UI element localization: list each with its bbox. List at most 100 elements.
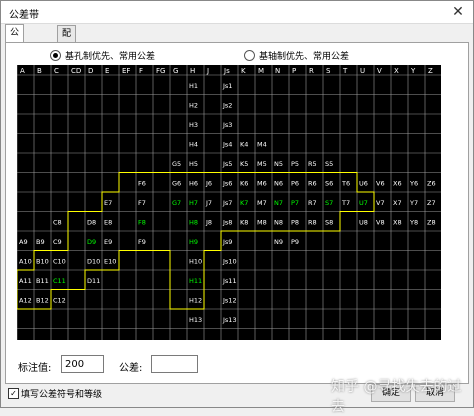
tolerance-cell[interactable]: B11 [36,277,49,285]
tolerance-cell[interactable]: Y7 [409,199,418,207]
tolerance-cell[interactable]: N7 [274,199,283,207]
tolerance-cell[interactable]: G6 [172,180,181,188]
tolerance-cell[interactable]: U8 [359,219,368,227]
tolerance-cell[interactable]: C10 [53,258,66,266]
tolerance-value-input[interactable] [151,355,198,373]
tolerance-cell[interactable]: D10 [87,258,100,266]
tolerance-cell[interactable]: Js4 [222,141,232,149]
tolerance-cell[interactable]: X6 [393,180,402,188]
tolerance-cell[interactable]: P6 [291,180,299,188]
tolerance-cell[interactable]: B10 [36,258,49,266]
tolerance-cell[interactable]: S8 [325,219,333,227]
tolerance-cell[interactable]: E7 [104,199,112,207]
tolerance-cell[interactable]: Js5 [222,160,232,168]
tolerance-cell[interactable]: Z7 [427,199,436,207]
tolerance-cell[interactable]: P5 [291,160,299,168]
tolerance-cell[interactable]: Js10 [222,258,237,266]
tolerance-cell[interactable]: Js13 [222,316,237,324]
fill-symbol-checkbox[interactable]: ✓ [8,388,19,399]
tolerance-cell[interactable]: R7 [308,199,317,207]
tolerance-cell[interactable]: V7 [376,199,385,207]
tolerance-cell[interactable]: S6 [325,180,333,188]
tolerance-cell[interactable]: J6 [205,180,212,188]
tolerance-cell[interactable]: Js8 [222,219,232,227]
tolerance-cell[interactable]: M6 [257,180,267,188]
tolerance-cell[interactable]: D9 [87,238,96,246]
tolerance-cell[interactable]: F7 [138,199,146,207]
tolerance-cell[interactable]: X8 [393,219,402,227]
tolerance-cell[interactable]: H13 [189,316,202,324]
tolerance-cell[interactable]: Js11 [222,277,237,285]
tolerance-cell[interactable]: N8 [274,219,283,227]
tolerance-cell[interactable]: D8 [87,219,96,227]
shaft-basis-option[interactable]: 基轴制优先、常用公差 [244,49,349,62]
tolerance-cell[interactable]: H6 [189,180,198,188]
tolerance-cell[interactable]: F9 [138,238,146,246]
tolerance-cell[interactable]: X7 [393,199,402,207]
tolerance-cell[interactable]: H8 [189,219,198,227]
tolerance-cell[interactable]: T7 [341,199,350,207]
tolerance-cell[interactable]: Js7 [222,199,232,207]
tab-tolerance-query[interactable]: 公差查询 [5,24,25,89]
tolerance-cell[interactable]: Y6 [409,180,418,188]
tolerance-cell[interactable]: J8 [205,219,212,227]
tolerance-cell[interactable]: H11 [189,277,202,285]
tab-fit-query[interactable]: 配合查询 [57,25,77,90]
tolerance-cell[interactable]: M7 [257,199,267,207]
tolerance-cell[interactable]: H12 [189,297,202,305]
close-icon[interactable]: ✕ [443,1,473,23]
tolerance-cell[interactable]: Js1 [222,82,232,90]
tolerance-cell[interactable]: Z6 [427,180,436,188]
tolerance-cell[interactable]: Js12 [222,297,237,305]
tolerance-cell[interactable]: H9 [189,238,198,246]
tolerance-cell[interactable]: K6 [240,180,248,188]
tolerance-cell[interactable]: K7 [240,199,248,207]
tolerance-cell[interactable]: E9 [104,238,112,246]
tolerance-cell[interactable]: K8 [240,219,248,227]
tolerance-cell[interactable]: S7 [325,199,333,207]
tolerance-cell[interactable]: Js3 [222,121,232,129]
tolerance-cell[interactable]: H10 [189,258,202,266]
tolerance-cell[interactable]: H5 [189,160,198,168]
tolerance-cell[interactable]: P8 [291,219,299,227]
tolerance-cell[interactable]: C8 [53,219,62,227]
tolerance-cell[interactable]: Js2 [222,102,232,110]
tolerance-cell[interactable]: K4 [240,141,248,149]
tolerance-cell[interactable]: Y8 [409,219,418,227]
tolerance-cell[interactable]: C11 [53,277,66,285]
tolerance-cell[interactable]: V8 [376,219,385,227]
hole-basis-option[interactable]: 基孔制优先、常用公差 [50,49,155,62]
tolerance-cell[interactable]: A11 [19,277,32,285]
shaft-basis-radio[interactable] [244,50,255,61]
hole-basis-radio[interactable] [50,50,61,61]
tolerance-cell[interactable]: Js9 [222,238,232,246]
tolerance-cell[interactable]: S5 [325,160,333,168]
tolerance-cell[interactable]: E10 [104,258,116,266]
tolerance-cell[interactable]: N9 [274,238,283,246]
tolerance-cell[interactable]: F8 [138,219,146,227]
tolerance-cell[interactable]: D11 [87,277,100,285]
tolerance-cell[interactable]: A10 [19,258,32,266]
tolerance-cell[interactable]: Z8 [427,219,436,227]
tolerance-cell[interactable]: H7 [189,199,198,207]
tolerance-cell[interactable]: A12 [19,297,32,305]
tolerance-cell[interactable]: R8 [308,219,317,227]
tolerance-cell[interactable]: P7 [291,199,299,207]
tolerance-cell[interactable]: R5 [308,160,317,168]
tolerance-cell[interactable]: C9 [53,238,62,246]
nominal-value-input[interactable]: 200 [61,355,104,373]
tolerance-cell[interactable]: V6 [376,180,385,188]
tolerance-cell[interactable]: M8 [257,219,267,227]
tolerance-cell[interactable]: P9 [291,238,299,246]
tolerance-cell[interactable]: G5 [172,160,181,168]
tolerance-cell[interactable]: U7 [359,199,368,207]
tolerance-cell[interactable]: A9 [19,238,28,246]
tolerance-cell[interactable]: B12 [36,297,49,305]
tolerance-cell[interactable]: G7 [172,199,181,207]
tolerance-cell[interactable]: B9 [36,238,45,246]
tolerance-cell[interactable]: J7 [205,199,212,207]
tolerance-cell[interactable]: H3 [189,121,198,129]
tolerance-cell[interactable]: M5 [257,160,267,168]
tolerance-cell[interactable]: H2 [189,102,198,110]
tolerance-cell[interactable]: T6 [341,180,350,188]
